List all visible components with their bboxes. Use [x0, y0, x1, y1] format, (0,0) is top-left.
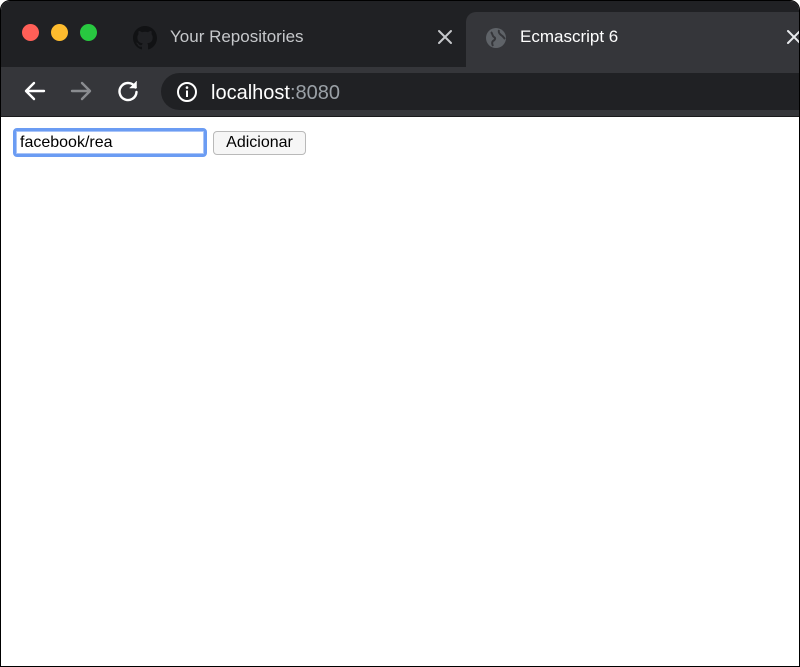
- tab-ecmascript-6[interactable]: Ecmascript 6: [466, 12, 799, 67]
- url-host: localhost: [211, 82, 290, 104]
- address-bar[interactable]: localhost:8080: [161, 73, 799, 110]
- url-port: :8080: [289, 82, 340, 104]
- url-text[interactable]: localhost:8080: [211, 82, 340, 105]
- reload-icon: [118, 81, 138, 102]
- back-button[interactable]: [21, 77, 49, 105]
- globe-icon: [484, 26, 508, 50]
- close-window-button[interactable]: [22, 24, 39, 41]
- close-tab-icon[interactable]: [784, 27, 799, 47]
- forward-button[interactable]: [67, 77, 95, 105]
- arrow-right-icon: [70, 81, 92, 101]
- tab-title: Your Repositories: [170, 27, 304, 46]
- add-button[interactable]: Adicionar: [213, 131, 306, 155]
- page-content: Adicionar: [1, 118, 799, 666]
- tab-title: Ecmascript 6: [520, 27, 619, 46]
- maximize-window-button[interactable]: [80, 24, 97, 41]
- close-tab-icon[interactable]: [435, 27, 455, 47]
- minimize-window-button[interactable]: [51, 24, 68, 41]
- tab-strip: Your Repositories Ecmascript 6: [1, 1, 799, 67]
- github-icon: [133, 26, 157, 50]
- browser-window: Your Repositories Ecmascript 6 localhost…: [0, 0, 800, 667]
- info-icon[interactable]: [176, 81, 198, 103]
- tab-your-repositories[interactable]: Your Repositories: [119, 12, 466, 67]
- arrow-left-icon: [24, 81, 46, 101]
- repository-input[interactable]: [13, 128, 207, 157]
- reload-button[interactable]: [114, 77, 142, 105]
- browser-toolbar: localhost:8080: [1, 67, 799, 117]
